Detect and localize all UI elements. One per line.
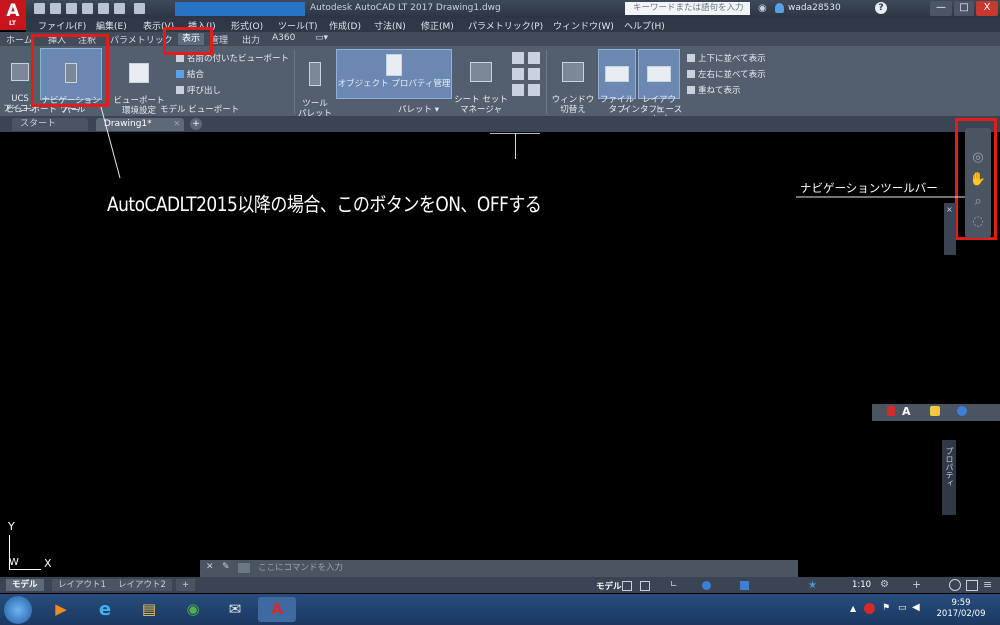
palette-close-icon[interactable]: × [946, 205, 953, 214]
customize-menu-icon[interactable]: ≡ [983, 578, 992, 591]
command-input[interactable]: ここにコマンドを入力 [258, 561, 343, 576]
ucs-y-label: Y [8, 520, 15, 533]
osnap-icon[interactable] [740, 581, 749, 590]
media-player-icon[interactable]: ▶ [42, 597, 80, 622]
command-history-icon[interactable] [238, 563, 250, 573]
ucs-x-axis [9, 569, 41, 570]
start-button-icon[interactable] [4, 596, 32, 624]
ortho-icon[interactable]: ∟ [670, 580, 678, 590]
annotation-visibility-icon[interactable]: ★ [808, 580, 817, 591]
tray-volume-icon[interactable]: ◀ [912, 602, 920, 613]
workspace-gear-icon[interactable]: ⚙ [880, 579, 889, 590]
package-icon[interactable] [930, 406, 940, 416]
polar-icon[interactable] [702, 581, 711, 590]
ucs-world-label: W [9, 557, 19, 568]
alert-icon[interactable] [887, 406, 895, 416]
info-icon[interactable] [957, 406, 967, 416]
properties-palette-label: プロパティ [945, 447, 954, 487]
plus-icon[interactable]: + [912, 578, 921, 591]
internet-explorer-icon[interactable]: e [86, 597, 124, 622]
clock-date: 2017/02/09 [936, 609, 986, 619]
tray-expand-icon[interactable]: ▲ [850, 604, 856, 613]
chrome-icon[interactable]: ◉ [174, 597, 212, 622]
ucs-x-label: X [44, 557, 52, 570]
annotation-lines [100, 106, 975, 198]
tray-security-icon[interactable] [864, 603, 875, 614]
tab-layout1[interactable]: レイアウト1 [52, 579, 112, 591]
command-customize-icon[interactable]: ✎ [222, 562, 230, 572]
command-close-icon[interactable]: ✕ [206, 562, 214, 572]
thunderbird-icon[interactable]: ✉ [216, 597, 254, 622]
tray-network-icon[interactable]: ▭ [898, 603, 907, 613]
add-layout-button[interactable]: + [176, 579, 196, 591]
annotation-scale-icon[interactable]: A [902, 405, 911, 418]
tray-flag-icon[interactable]: ⚑ [882, 603, 890, 613]
annotation-scale[interactable]: 1:10 [852, 580, 871, 590]
annotation-navbar-label: ナビゲーションツールバー [800, 181, 938, 195]
isolate-icon[interactable] [949, 579, 961, 591]
pan-icon[interactable]: ✋ [968, 172, 988, 188]
clock-time: 9:59 [951, 598, 971, 608]
clean-screen-icon[interactable] [966, 580, 978, 591]
zoom-icon[interactable]: ⌕ [968, 194, 988, 210]
taskbar-clock[interactable]: 9:59 2017/02/09 [930, 598, 992, 620]
file-explorer-icon[interactable]: ▤ [130, 597, 168, 622]
leader-line-navbar-button [100, 106, 121, 179]
tab-model[interactable]: モデル [6, 579, 44, 591]
steeringwheel-icon[interactable]: ◎ [968, 150, 988, 166]
snap-icon[interactable] [640, 581, 650, 591]
annotation-main-text: AutoCADLT2015以降の場合、このボタンをON、OFFする [107, 193, 542, 217]
status-model-space[interactable]: モデル [596, 580, 622, 592]
autocad-taskbar-icon[interactable]: A [258, 597, 296, 622]
tab-layout2[interactable]: レイアウト2 [112, 579, 172, 591]
orbit-icon[interactable]: ◌ [968, 214, 988, 230]
grid-icon[interactable] [622, 581, 632, 591]
